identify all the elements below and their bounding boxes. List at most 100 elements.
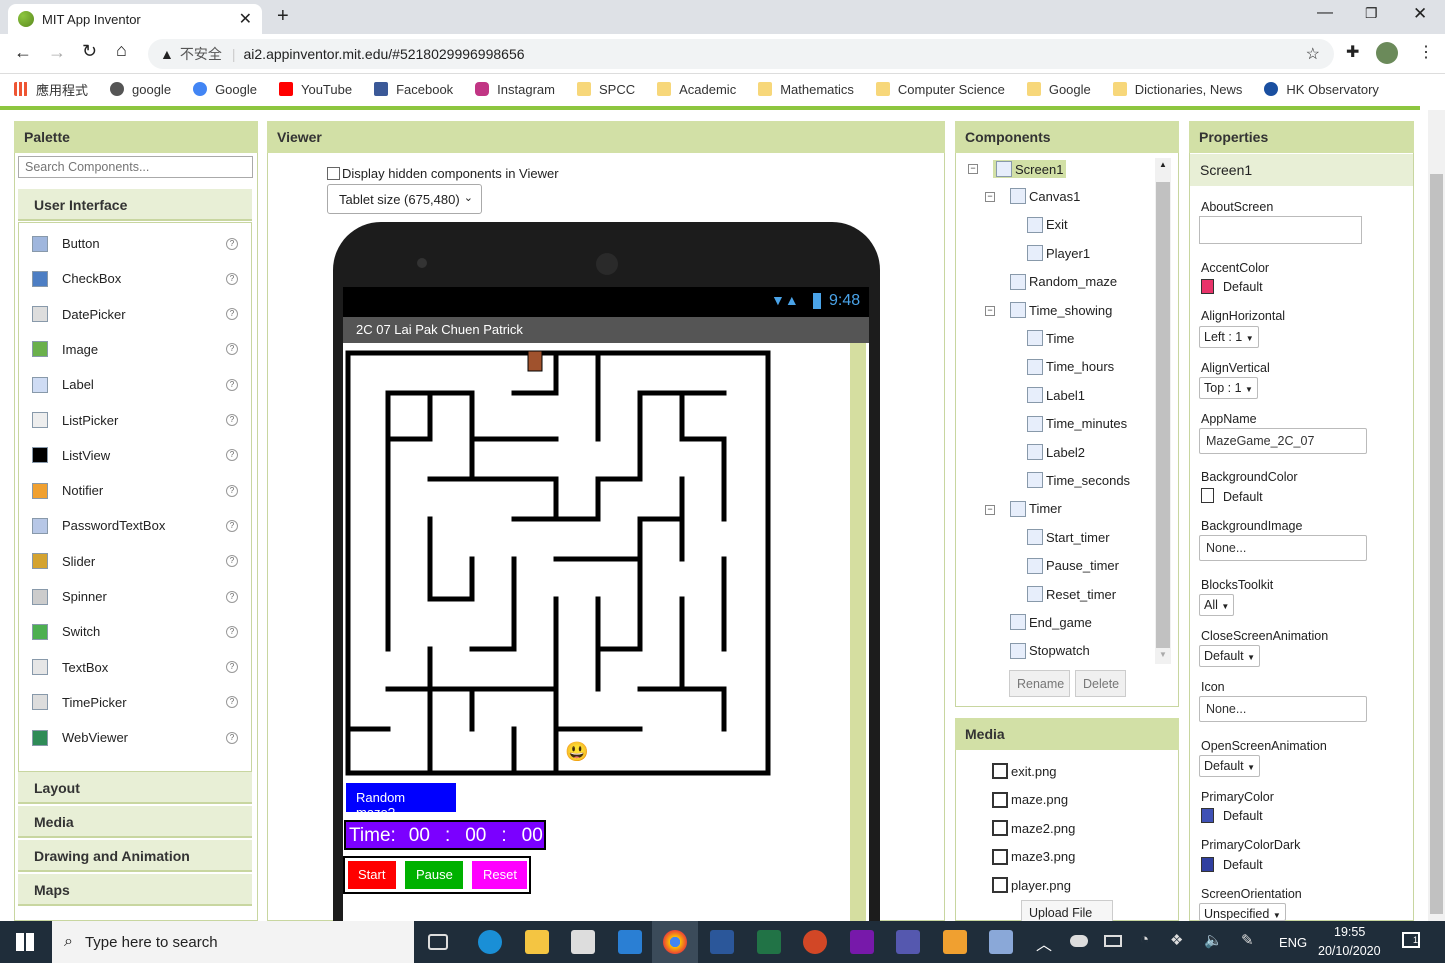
palette-item-spinner[interactable]: Spinner? bbox=[18, 579, 252, 614]
hidden-components-toggle[interactable]: Display hidden components in Viewer bbox=[327, 166, 559, 181]
accent-color-value[interactable]: Default bbox=[1223, 280, 1263, 294]
close-tab-icon[interactable]: ✕ bbox=[239, 9, 252, 29]
rename-button[interactable]: Rename bbox=[1009, 670, 1070, 697]
open-animation-select[interactable]: Default ▼ bbox=[1199, 755, 1261, 777]
bookmark-hk-observatory[interactable]: HK Observatory bbox=[1264, 82, 1379, 97]
forward-icon[interactable]: → bbox=[48, 42, 66, 63]
bookmark-spcc[interactable]: SPCC bbox=[576, 82, 635, 97]
align-horizontal-select[interactable]: Left : 1 ▼ bbox=[1199, 326, 1259, 348]
help-icon[interactable]: ? bbox=[226, 272, 238, 285]
component-player1[interactable]: Player1 bbox=[1027, 245, 1090, 262]
taskbar-search[interactable]: ⌕ Type here to search bbox=[52, 921, 414, 963]
random-maze-button[interactable]: Random maze? bbox=[346, 783, 456, 820]
blocks-toolkit-select[interactable]: All ▼ bbox=[1199, 594, 1235, 616]
battery-tray-icon[interactable] bbox=[1104, 935, 1122, 947]
scroll-down-icon[interactable]: ▼ bbox=[1159, 650, 1167, 659]
browser-tab[interactable]: MIT App Inventor ✕ bbox=[8, 4, 262, 34]
help-icon[interactable]: ? bbox=[226, 590, 238, 603]
windows-start-icon[interactable] bbox=[16, 933, 34, 951]
menu-icon[interactable]: ⋮ bbox=[1418, 42, 1434, 62]
component-random-maze[interactable]: Random_maze bbox=[1010, 273, 1117, 290]
back-icon[interactable]: ← bbox=[14, 42, 32, 63]
primary-color-value[interactable]: Default bbox=[1223, 809, 1263, 823]
page-scroll-thumb[interactable] bbox=[1430, 174, 1443, 914]
screen-orientation-select[interactable]: Unspecified ▼ bbox=[1199, 903, 1286, 921]
bookmark-google-2[interactable]: Google bbox=[193, 82, 257, 97]
icon-input[interactable]: None... bbox=[1199, 696, 1367, 722]
category-media[interactable]: Media bbox=[18, 806, 252, 838]
component-start-timer[interactable]: Start_timer bbox=[1027, 529, 1110, 546]
bookmark-google[interactable]: google bbox=[110, 82, 171, 97]
category-layout[interactable]: Layout bbox=[18, 772, 252, 804]
help-icon[interactable]: ? bbox=[226, 519, 238, 532]
onenote-icon[interactable] bbox=[850, 930, 874, 954]
teams-icon[interactable] bbox=[896, 930, 920, 954]
primary-color-dark-value[interactable]: Default bbox=[1223, 858, 1263, 872]
help-icon[interactable]: ? bbox=[226, 449, 238, 462]
background-color-value[interactable]: Default bbox=[1223, 490, 1263, 504]
component-screen1[interactable]: Screen1 bbox=[993, 160, 1067, 178]
hidden-components-checkbox[interactable] bbox=[327, 167, 340, 180]
component-reset-timer[interactable]: Reset_timer bbox=[1027, 586, 1116, 602]
bookmark-computer-science[interactable]: Computer Science bbox=[875, 82, 1005, 97]
chrome-icon[interactable] bbox=[663, 930, 687, 954]
collapse-icon[interactable]: − bbox=[985, 192, 995, 203]
components-scrollbar[interactable]: ▲ ▼ bbox=[1155, 158, 1171, 664]
component-time-minutes[interactable]: Time_minutes bbox=[1027, 415, 1127, 432]
bookmark-facebook[interactable]: Facebook bbox=[374, 82, 453, 97]
app-name-input[interactable]: MazeGame_2C_07 bbox=[1199, 428, 1367, 454]
bookmark-google-folder[interactable]: Google bbox=[1026, 82, 1091, 97]
help-icon[interactable]: ? bbox=[226, 484, 238, 497]
bookmark-youtube[interactable]: YouTube bbox=[278, 82, 352, 97]
extensions-icon[interactable]: ✚ bbox=[1346, 42, 1359, 62]
media-file[interactable]: exit.png bbox=[992, 763, 1057, 779]
background-color-swatch[interactable] bbox=[1201, 488, 1214, 503]
pen-tray-icon[interactable]: ✎ bbox=[1241, 931, 1254, 949]
component-time[interactable]: Time bbox=[1027, 330, 1074, 347]
help-icon[interactable]: ? bbox=[226, 414, 238, 426]
volume-icon[interactable]: 🔈 bbox=[1204, 931, 1223, 949]
bookmark-instagram[interactable]: Instagram bbox=[475, 82, 555, 97]
mail-icon[interactable] bbox=[618, 930, 642, 954]
reset-button[interactable]: Reset bbox=[472, 861, 527, 889]
tray-chevron-icon[interactable]: ︿ bbox=[1036, 931, 1052, 955]
avatar[interactable] bbox=[1376, 42, 1398, 64]
help-icon[interactable]: ? bbox=[226, 343, 238, 356]
page-scrollbar[interactable] bbox=[1428, 110, 1445, 921]
start-button[interactable]: Start bbox=[348, 861, 396, 889]
help-icon[interactable]: ? bbox=[226, 731, 238, 744]
pen-app-icon[interactable] bbox=[989, 930, 1013, 954]
align-vertical-select[interactable]: Top : 1 ▼ bbox=[1199, 377, 1258, 399]
component-label1[interactable]: Label1 bbox=[1027, 387, 1085, 404]
powerpoint-icon[interactable] bbox=[803, 930, 827, 954]
pause-button[interactable]: Pause bbox=[405, 861, 463, 889]
home-icon[interactable]: ⌂ bbox=[116, 40, 127, 61]
component-end-game[interactable]: End_game bbox=[1010, 614, 1092, 631]
collapse-icon[interactable]: − bbox=[985, 504, 995, 515]
palette-item-slider[interactable]: Slider? bbox=[18, 544, 252, 579]
search-components-input[interactable] bbox=[18, 156, 253, 178]
size-select[interactable]: Tablet size (675,480) ⌄ bbox=[327, 184, 482, 214]
dropbox-icon[interactable]: ❖ bbox=[1170, 931, 1183, 949]
bookmark-apps[interactable]: 應用程式 bbox=[14, 80, 88, 99]
palette-item-webviewer[interactable]: WebViewer? bbox=[18, 720, 252, 755]
onedrive-icon[interactable] bbox=[1070, 935, 1088, 947]
bookmark-mathematics[interactable]: Mathematics bbox=[758, 82, 854, 97]
palette-item-image[interactable]: Image? bbox=[18, 332, 252, 367]
help-icon[interactable]: ? bbox=[226, 237, 238, 250]
palette-item-textbox[interactable]: TextBox? bbox=[18, 650, 252, 685]
palette-item-notifier[interactable]: Notifier? bbox=[18, 473, 252, 508]
excel-icon[interactable] bbox=[757, 930, 781, 954]
collapse-icon[interactable]: − bbox=[985, 306, 995, 316]
collapse-icon[interactable]: − bbox=[968, 164, 978, 174]
media-file[interactable]: maze3.png bbox=[992, 848, 1075, 865]
palette-item-switch[interactable]: Switch? bbox=[18, 614, 252, 649]
primary-color-swatch[interactable] bbox=[1201, 808, 1214, 823]
delete-button[interactable]: Delete bbox=[1075, 670, 1126, 697]
media-file[interactable]: player.png bbox=[992, 877, 1071, 894]
media-file[interactable]: maze2.png bbox=[992, 820, 1075, 837]
help-icon[interactable]: ? bbox=[226, 661, 238, 674]
star-icon[interactable]: ☆ bbox=[1306, 44, 1320, 64]
scroll-thumb[interactable] bbox=[1156, 182, 1170, 648]
new-tab-icon[interactable]: + bbox=[277, 5, 289, 28]
